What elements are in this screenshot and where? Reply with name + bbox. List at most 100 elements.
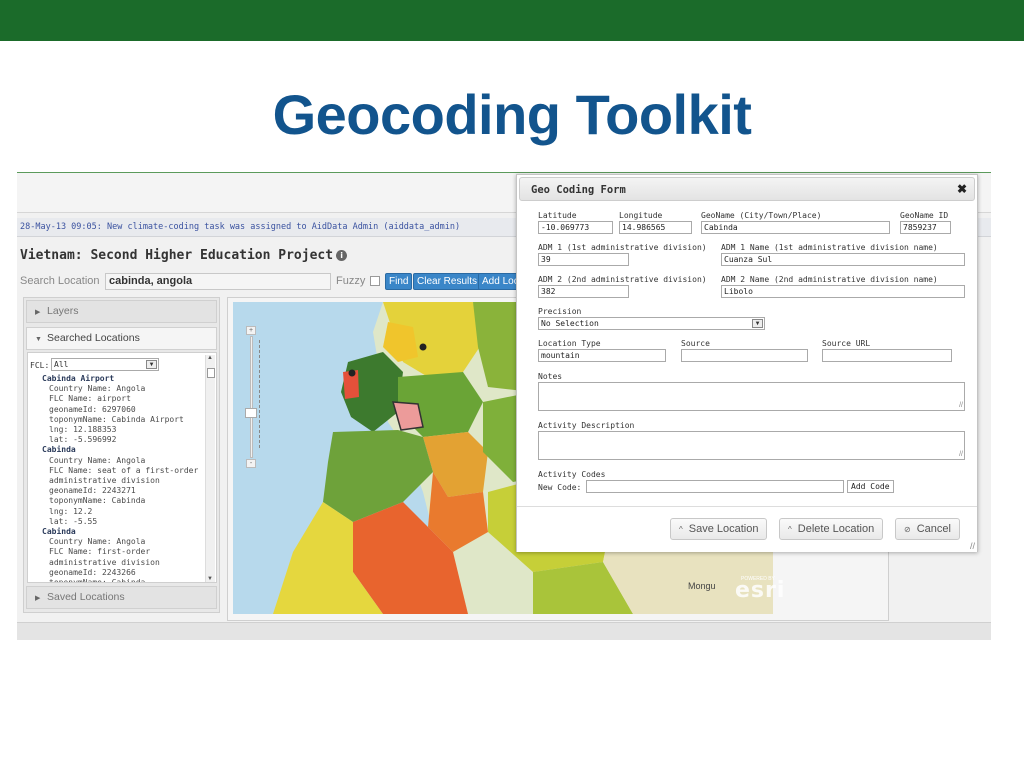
result-detail: administrative division [49,557,160,567]
notes-textarea[interactable]: // [538,382,965,411]
fuzzy-label: Fuzzy [336,275,366,287]
scroll-up-icon[interactable]: ▲ [207,355,213,361]
geoname-id-input[interactable]: 7859237 [900,221,951,234]
add-location-button[interactable]: Add Location [478,273,518,290]
result-detail: lng: 12.188353 [49,425,117,435]
zoom-slider-knob[interactable] [245,408,257,418]
fcl-select-value: All [54,360,69,369]
results-scrollbar[interactable]: ▲ ▼ [205,355,215,582]
location-type-input[interactable]: mountain [538,349,666,362]
app-footer [17,622,991,640]
zoom-out-button[interactable]: - [246,459,256,468]
adm2-name-input[interactable]: Libolo [721,285,965,298]
location-type-label: Location Type [538,339,601,348]
list-item[interactable]: Cabinda Country Name: Angola FLC Name: fir… [42,527,202,583]
result-detail: lat: -5.596992 [49,435,117,445]
new-code-input[interactable] [586,480,844,493]
latitude-label: Latitude [538,211,577,220]
notes-label: Notes [538,372,563,381]
geoname-input[interactable]: Cabinda [701,221,890,234]
chevron-down-icon[interactable]: ▼ [752,319,763,328]
layers-header[interactable]: ▶ Layers [26,300,217,323]
result-detail: FLC Name: first-order [49,547,151,557]
adm1-name-label: ADM 1 Name (1st administrative division … [721,243,938,252]
cancel-icon: ⊘ [904,525,911,534]
find-button[interactable]: Find [385,273,413,290]
close-icon[interactable]: ✖ [957,182,967,196]
result-detail: administrative division [49,476,160,486]
scroll-down-icon[interactable]: ▼ [207,576,213,582]
fuzzy-checkbox[interactable] [370,276,380,286]
latitude-input[interactable]: -10.069773 [538,221,613,234]
zoom-control[interactable]: + - [245,326,257,468]
slide-topbar [0,0,1024,41]
adm1-name-input[interactable]: Cuanza Sul [721,253,965,266]
zoom-in-button[interactable]: + [246,326,256,335]
searched-locations-list: FCL: All ▼ Cabinda Airport Country Name: … [27,352,217,583]
adm1-input[interactable]: 39 [538,253,629,266]
delete-location-label: Delete Location [797,523,875,535]
zoom-slider-track[interactable] [250,336,253,458]
chevron-down-icon: ▼ [35,336,42,343]
source-input[interactable] [681,349,808,362]
precision-select[interactable]: No Selection ▼ [538,317,765,330]
longitude-input[interactable]: 14.986565 [619,221,692,234]
result-detail: toponymName: Cabinda [49,496,146,506]
result-name[interactable]: Cabinda [42,527,202,537]
save-location-button[interactable]: ^ Save Location [670,518,768,540]
dialog-header[interactable]: Geo Coding Form ✖ [519,177,975,201]
search-location-input[interactable]: cabinda, angola [105,273,331,290]
precision-label: Precision [538,307,582,316]
dialog-footer: ^ Save Location ^ Delete Location ⊘ Cancel … [517,506,977,552]
scrollbar-thumb[interactable] [207,368,215,378]
source-url-label: Source URL [822,339,871,348]
resize-grip-icon[interactable]: // [970,541,975,551]
geo-coding-dialog: Geo Coding Form ✖ Latitude -10.069773 Lo… [516,174,978,552]
geoname-label: GeoName (City/Town/Place) [701,211,822,220]
resize-grip-icon[interactable]: // [959,451,963,458]
save-location-label: Save Location [688,523,759,535]
search-location-label: Search Location [20,275,100,287]
result-detail: Country Name: Angola [49,384,146,394]
result-name[interactable]: Cabinda [42,445,202,455]
add-code-button[interactable]: Add Code [847,480,894,493]
map-marker[interactable] [348,369,356,377]
chevron-down-icon[interactable]: ▼ [146,360,157,369]
geoname-id-label: GeoName ID [900,211,949,220]
result-detail: toponymName: Cabinda Airport [49,414,184,424]
result-name[interactable]: Cabinda Airport [42,374,202,384]
result-detail: geonameId: 2243266 [49,567,136,577]
result-detail: lat: -5.55 [49,516,98,526]
dialog-title: Geo Coding Form [531,184,626,196]
activity-codes-label: Activity Codes [538,470,606,479]
map-place-label: Mongu [688,581,716,591]
fcl-label: FCL: [30,361,50,370]
info-icon[interactable]: i [336,250,348,261]
result-detail: Country Name: Angola [49,455,146,465]
activity-description-textarea[interactable]: // [538,431,965,460]
map-marker[interactable] [419,343,427,351]
result-detail: toponymName: Cabinda [49,578,146,583]
saved-locations-header[interactable]: ▶ Saved Locations [26,586,217,609]
delete-location-button[interactable]: ^ Delete Location [779,518,884,540]
new-code-label: New Code: [538,483,582,492]
search-row: Search Location cabinda, angola Fuzzy Fi… [20,273,540,291]
adm2-name-label: ADM 2 Name (2nd administrative division … [721,275,938,284]
caret-up-icon: ^ [788,525,792,534]
cancel-button[interactable]: ⊘ Cancel [895,518,960,540]
fcl-select[interactable]: All ▼ [51,358,159,371]
resize-grip-icon[interactable]: // [959,402,963,409]
adm2-input[interactable]: 382 [538,285,629,298]
longitude-label: Longitude [619,211,663,220]
results-list: Cabinda Airport Country Name: Angola FLC N… [42,374,202,583]
adm2-label: ADM 2 (2nd administrative division) [538,275,707,284]
searched-locations-label: Searched Locations [47,332,140,344]
source-url-input[interactable] [822,349,952,362]
result-detail: geonameId: 6297060 [49,404,136,414]
precision-value: No Selection [541,319,599,328]
list-item[interactable]: Cabinda Airport Country Name: Angola FLC N… [42,374,202,445]
clear-results-button[interactable]: Clear Results [413,273,482,290]
result-detail: geonameId: 2243271 [49,486,136,496]
searched-locations-header[interactable]: ▼ Searched Locations [26,327,217,350]
list-item[interactable]: Cabinda Country Name: Angola FLC Name: sea… [42,445,202,527]
